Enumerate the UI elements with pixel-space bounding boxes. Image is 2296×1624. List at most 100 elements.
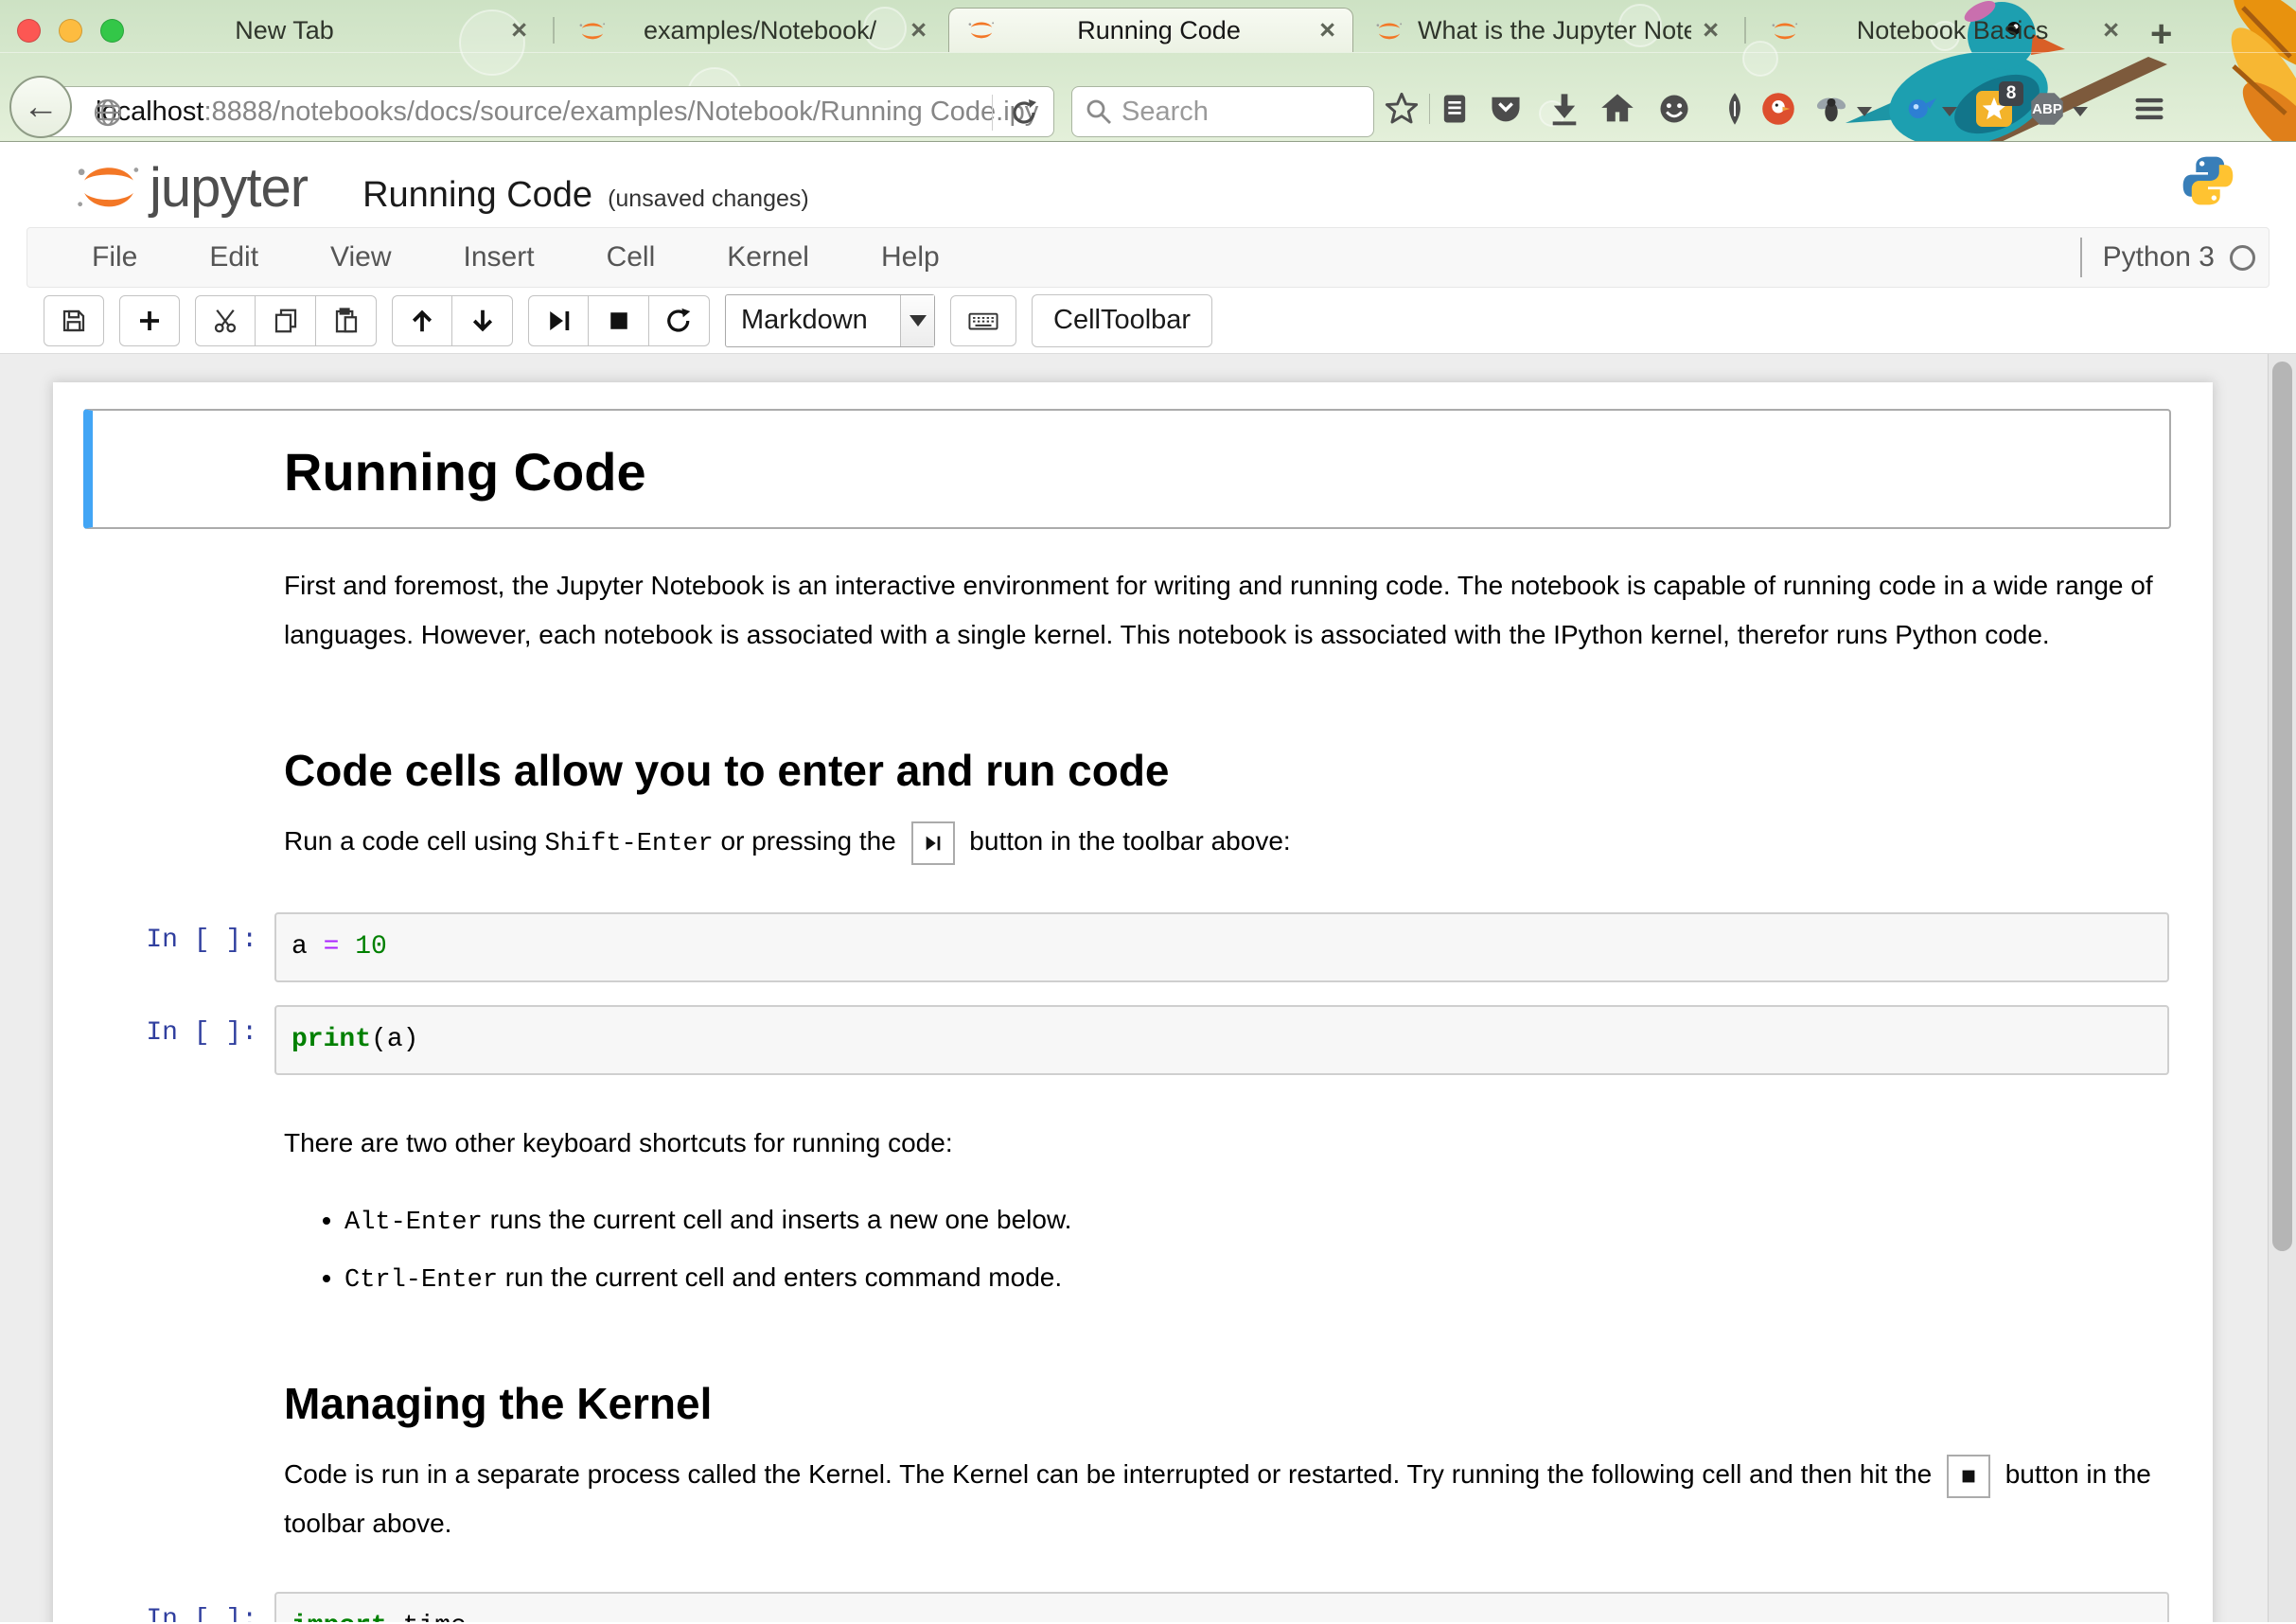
code-text: (a) (371, 1025, 418, 1054)
cell-type-select[interactable]: Markdown (725, 294, 935, 347)
restart-kernel-button[interactable] (649, 295, 710, 346)
menu-hamburger-icon[interactable] (2131, 91, 2167, 127)
adblock-plus-icon[interactable]: ABP (2029, 91, 2065, 127)
dropdown-caret-icon[interactable] (2073, 107, 2088, 116)
jupyter-logo-icon (74, 159, 144, 216)
menu-file[interactable]: File (92, 241, 171, 274)
markdown-cell-intro[interactable]: First and foremost, the Jupyter Notebook… (83, 529, 2171, 692)
copy-cell-button[interactable] (256, 295, 316, 346)
duckduckgo-icon[interactable] (1760, 91, 1796, 127)
menu-kernel[interactable]: Kernel (727, 241, 843, 274)
markdown-cell-shortcuts[interactable]: There are two other keyboard shortcuts f… (83, 1086, 2171, 1325)
abp-label: ABP (2029, 91, 2065, 127)
kernel-name: Python 3 (2103, 241, 2215, 274)
tab-close-icon[interactable]: × (2103, 15, 2119, 46)
feedback-smiley-icon[interactable] (1656, 91, 1692, 127)
markdown-cell-title-selected[interactable]: Running Code (83, 409, 2171, 529)
python-logo-icon (2181, 151, 2235, 215)
tab-what-is-jupyter[interactable]: What is the Jupyter Notebook × (1357, 9, 1736, 52)
celltoolbar-button[interactable]: CellToolbar (1032, 294, 1212, 347)
kernel-separator (2080, 238, 2082, 277)
code-cell-3[interactable]: In [ ]: import time time.sleep(10) (83, 1580, 2171, 1622)
jupyter-wordmark: jupyter (150, 161, 308, 216)
blue-extension-icon[interactable] (1902, 91, 1938, 127)
reading-list-icon[interactable] (1437, 91, 1473, 127)
shortcuts-intro: There are two other keyboard shortcuts f… (284, 1119, 2160, 1168)
navigation-toolbar: ← localhost:8888/notebooks/docs/source/e… (0, 52, 2296, 142)
menu-insert[interactable]: Insert (464, 241, 569, 274)
markdown-cell-section1[interactable]: Code cells allow you to enter and run co… (83, 692, 2171, 901)
add-cell-button[interactable] (119, 295, 180, 346)
menu-help[interactable]: Help (881, 241, 974, 274)
tab-running-code-active[interactable]: Running Code × (948, 8, 1353, 52)
code-cell-1[interactable]: In [ ]: a = 10 (83, 901, 2171, 994)
back-button[interactable]: ← (9, 76, 72, 138)
code-input-3[interactable]: import time time.sleep(10) (274, 1592, 2169, 1622)
tab-close-icon[interactable]: × (1703, 15, 1719, 46)
tab-examples-notebook[interactable]: examples/Notebook/ × (560, 9, 944, 52)
shortcuts-list: Alt-Enter runs the current cell and inse… (284, 1196, 2160, 1304)
code-cell-2[interactable]: In [ ]: print(a) (83, 994, 2171, 1086)
save-button[interactable] (44, 295, 104, 346)
url-bar[interactable]: localhost:8888/notebooks/docs/source/exa… (42, 86, 1054, 137)
move-cell-up-button[interactable] (392, 295, 452, 346)
menu-edit[interactable]: Edit (209, 241, 292, 274)
interrupt-kernel-button[interactable] (589, 295, 649, 346)
new-tab-button[interactable]: + (2150, 13, 2172, 56)
input-prompt: In [ ]: (93, 1592, 274, 1622)
jupyter-favicon (1374, 16, 1404, 46)
scrollbar-thumb[interactable] (2272, 362, 2292, 1251)
zoom-window-button[interactable] (100, 19, 124, 43)
tab-strip: New Tab × examples/Notebook/ × Running C… (0, 8, 2296, 52)
search-input[interactable] (1122, 97, 1349, 128)
notebook-container: Running Code First and foremost, the Jup… (53, 382, 2213, 1622)
download-icon[interactable] (1546, 91, 1582, 127)
search-bar[interactable] (1071, 86, 1374, 137)
paste-cell-button[interactable] (316, 295, 377, 346)
tab-notebook-basics[interactable]: Notebook Basics × (1753, 9, 2136, 52)
inline-run-button-image (911, 821, 955, 865)
tab-close-icon[interactable]: × (511, 15, 527, 46)
cut-cell-button[interactable] (195, 295, 256, 346)
notebook-title[interactable]: Running Code (362, 176, 592, 216)
reload-icon[interactable] (1008, 97, 1040, 136)
menu-cell[interactable]: Cell (607, 241, 690, 274)
search-icon (1084, 97, 1114, 127)
kernel-paragraph: Code is run in a separate process called… (284, 1450, 2160, 1548)
intro-paragraph: First and foremost, the Jupyter Notebook… (284, 561, 2160, 660)
kernel-idle-indicator (2230, 245, 2255, 271)
command-palette-keyboard-button[interactable] (950, 295, 1016, 346)
section-heading-code-cells: Code cells allow you to enter and run co… (284, 745, 2160, 796)
fly-extension-icon[interactable] (1813, 91, 1849, 127)
tab-close-icon[interactable]: × (1319, 15, 1335, 46)
code-text: time (387, 1612, 467, 1622)
tab-close-icon[interactable]: × (910, 15, 927, 46)
code-input-2[interactable]: print(a) (274, 1005, 2169, 1075)
input-prompt: In [ ]: (93, 912, 274, 982)
markdown-cell-section2[interactable]: Managing the Kernel Code is run in a sep… (83, 1325, 2171, 1580)
dropdown-caret-icon[interactable] (1857, 107, 1872, 116)
url-path: :8888/notebooks/docs/source/examples/Not… (203, 97, 1038, 128)
select-arrow-icon[interactable] (900, 295, 934, 346)
home-icon[interactable] (1599, 91, 1635, 127)
empty-prompt (93, 420, 274, 518)
code-text: a (291, 932, 308, 962)
scrollbar-track[interactable] (2268, 354, 2296, 1622)
menu-view[interactable]: View (330, 241, 425, 274)
toolbar-separator (1429, 94, 1430, 124)
run-cell-button[interactable] (528, 295, 589, 346)
move-cell-down-button[interactable] (452, 295, 513, 346)
stylish-star-icon[interactable]: 8 (1976, 91, 2012, 127)
close-window-button[interactable] (17, 19, 41, 43)
minimize-window-button[interactable] (59, 19, 82, 43)
url-divider (992, 95, 993, 131)
window-controls (17, 19, 124, 43)
jupyter-logo[interactable]: jupyter (74, 159, 308, 216)
pocket-icon[interactable] (1488, 91, 1524, 127)
code-input-1[interactable]: a = 10 (274, 912, 2169, 982)
bookmark-star-icon[interactable] (1384, 91, 1420, 127)
dropdown-caret-icon[interactable] (1942, 107, 1957, 116)
tab-new-tab[interactable]: New Tab × (52, 9, 544, 52)
quill-pen-icon[interactable] (1717, 91, 1753, 127)
run-instruction: Run a code cell using Shift-Enter or pre… (284, 817, 2160, 869)
